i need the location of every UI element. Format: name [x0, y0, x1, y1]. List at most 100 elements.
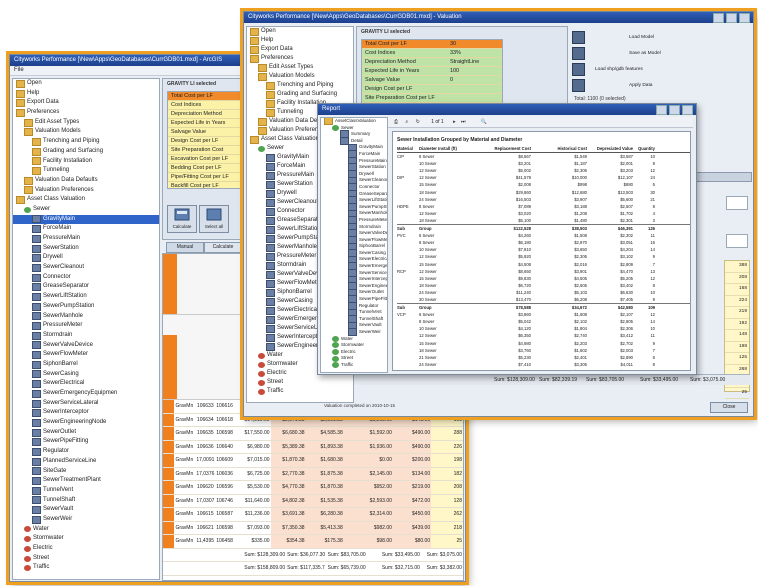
report-page-indicator[interactable]: 1 of 1: [431, 119, 444, 125]
table-cell[interactable]: GravMn: [174, 495, 195, 508]
property-row[interactable]: Total Cost per LF 30: [362, 40, 502, 49]
tree-node[interactable]: Tunneling: [13, 166, 159, 176]
tree-node[interactable]: Sewer: [13, 205, 159, 215]
table-cell[interactable]: GravMn: [174, 468, 195, 481]
tree-node[interactable]: Valuation Models: [247, 72, 353, 81]
side-action-button[interactable]: Load Model: [572, 30, 732, 44]
row-selector[interactable]: [163, 400, 175, 413]
tree-node[interactable]: Open: [13, 79, 159, 89]
table-cell[interactable]: $490.00: [392, 427, 432, 440]
row-selector[interactable]: [163, 454, 175, 467]
tree-node[interactable]: Help: [247, 36, 353, 45]
table-cell[interactable]: GravMn: [174, 535, 195, 548]
table-row[interactable]: GravMn 17,0376 106036 $6,725.00 $2,770.38 $1,…: [163, 467, 463, 481]
tree-node[interactable]: SewerStation: [13, 244, 159, 254]
table-cell[interactable]: $2,145.00: [343, 467, 393, 480]
front-close-button[interactable]: Close: [710, 402, 748, 413]
table-row[interactable]: GravMn 106621 106598 $7,093.00 $7,350.38 $5,4…: [163, 521, 463, 535]
tree-node[interactable]: Traffic: [321, 362, 387, 369]
table-cell[interactable]: $952.00: [343, 481, 393, 494]
table-cell[interactable]: $2,314.00: [343, 508, 393, 521]
front-window-titlebar[interactable]: Cityworks Performance [\New\Apps\GeoData…: [244, 12, 753, 23]
row-selector[interactable]: [163, 467, 175, 480]
table-cell[interactable]: 106634: [195, 414, 214, 427]
table-cell[interactable]: 106640: [215, 441, 234, 454]
table-row[interactable]: GravMn 17,0091 106609 $7,015.00 $1,870.38 $1,…: [163, 454, 463, 468]
table-cell[interactable]: $1,870.38: [305, 481, 344, 494]
row-selector[interactable]: [163, 427, 175, 440]
tree-node[interactable]: Grading and Surfacing: [13, 147, 159, 157]
table-cell[interactable]: 106633: [195, 400, 214, 413]
table-cell[interactable]: $1,936.00: [343, 440, 393, 453]
table-cell[interactable]: 17,0376: [195, 468, 214, 481]
row-selector[interactable]: [163, 481, 175, 494]
property-value[interactable]: 30: [450, 40, 456, 48]
table-cell[interactable]: 17,0307: [195, 495, 214, 508]
close-icon[interactable]: [739, 13, 750, 23]
table-cell[interactable]: $450.00: [392, 508, 432, 521]
tree-node[interactable]: PlannedServiceLine: [13, 457, 159, 467]
back-calculate-button[interactable]: Calculate: [167, 205, 197, 233]
property-row[interactable]: Expected Life in Years 100: [362, 67, 502, 76]
table-cell[interactable]: $175.38: [305, 535, 344, 548]
tree-node[interactable]: Export Data: [13, 98, 159, 108]
table-cell[interactable]: 106618: [215, 414, 234, 427]
table-cell[interactable]: $1,893.38: [305, 440, 344, 453]
report-last-page-icon[interactable]: ⏭: [461, 119, 466, 125]
property-value[interactable]: 100: [450, 67, 459, 75]
table-cell[interactable]: 17,0091: [195, 454, 214, 467]
row-selector[interactable]: [163, 413, 175, 426]
table-cell[interactable]: $2,770.38: [270, 467, 306, 480]
side-action-button[interactable]: Load shp/gdb features: [572, 62, 732, 76]
tree-node[interactable]: SewerOutlet: [13, 428, 159, 438]
table-cell[interactable]: 106596: [215, 481, 234, 494]
table-cell[interactable]: $7,015.00: [234, 454, 271, 467]
tree-node[interactable]: SewerEmergencyEquipmen: [13, 389, 159, 399]
tree-node[interactable]: Drywell: [13, 253, 159, 263]
tree-node[interactable]: Edit Asset Types: [247, 63, 353, 72]
table-cell[interactable]: $2,593.00: [343, 494, 393, 507]
property-row[interactable]: Design Cost per LF: [362, 85, 502, 94]
tree-node[interactable]: Stormwater: [321, 342, 387, 349]
row-selector[interactable]: [163, 521, 175, 534]
maximize-icon[interactable]: [669, 105, 680, 115]
row-selector[interactable]: [163, 535, 175, 548]
table-cell[interactable]: GravMn: [174, 522, 195, 535]
table-cell[interactable]: $4,585.38: [305, 427, 344, 440]
tree-node[interactable]: Export Data: [247, 45, 353, 54]
print-icon[interactable]: ⎙: [394, 119, 398, 125]
row-selector[interactable]: [163, 494, 175, 507]
tree-node[interactable]: Facility Installation: [13, 157, 159, 167]
tree-node[interactable]: Water: [13, 525, 159, 535]
tree-node[interactable]: Help: [13, 89, 159, 99]
table-cell[interactable]: $1,875.38: [305, 467, 344, 480]
table-cell[interactable]: $7,093.00: [234, 522, 271, 535]
table-cell[interactable]: 106635: [195, 427, 214, 440]
table-row[interactable]: GravMn 11,4395 106458 $335.00 $354.38 $175.38…: [163, 535, 463, 549]
tree-node[interactable]: Street: [13, 554, 159, 564]
tree-node[interactable]: Preferences: [13, 108, 159, 118]
tree-node[interactable]: SewerPumpStation: [13, 302, 159, 312]
property-row[interactable]: Salvage Value 0: [362, 76, 502, 85]
table-cell[interactable]: $11,640.00: [234, 495, 271, 508]
back-tab-manual[interactable]: Manual: [166, 242, 204, 253]
tree-node[interactable]: TunnelShaft: [13, 496, 159, 506]
table-cell[interactable]: 128: [431, 494, 463, 507]
table-cell[interactable]: 106598: [215, 522, 234, 535]
tree-node[interactable]: Valuation Data Defaults: [13, 176, 159, 186]
tree-node[interactable]: TunnelVent: [13, 486, 159, 496]
close-icon[interactable]: [682, 105, 693, 115]
tree-node[interactable]: Traffic: [247, 387, 353, 396]
property-row[interactable]: Depreciation Method StraightLine: [362, 58, 502, 67]
table-cell[interactable]: 106598: [215, 427, 234, 440]
back-navigation-tree[interactable]: Open Help Export Data Preferences Edit Asset…: [12, 78, 160, 580]
row-selector[interactable]: [163, 440, 175, 453]
tree-node[interactable]: Edit Asset Types: [13, 118, 159, 128]
table-cell[interactable]: $5,413.38: [305, 521, 344, 534]
tree-node[interactable]: SewerInterceptor: [13, 408, 159, 418]
table-cell[interactable]: 262: [431, 508, 463, 521]
tree-node[interactable]: Connector: [13, 273, 159, 283]
tree-node[interactable]: Valuation Preferences: [13, 186, 159, 196]
tree-node[interactable]: Asset Class Valuation: [13, 195, 159, 205]
tree-node[interactable]: GreaseSeparator: [13, 282, 159, 292]
